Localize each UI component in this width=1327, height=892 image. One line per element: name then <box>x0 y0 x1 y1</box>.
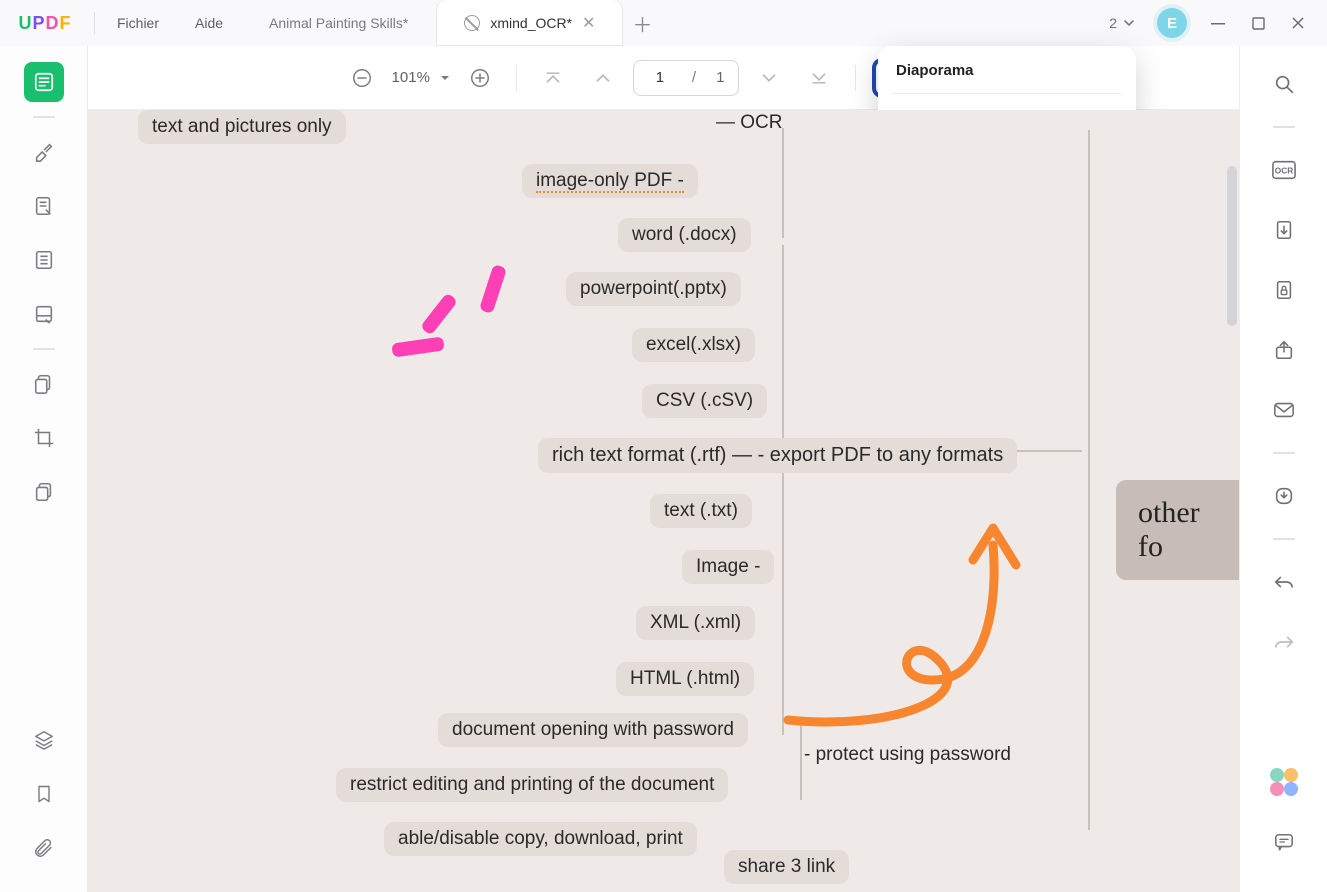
separator <box>1273 538 1295 540</box>
tab-inactive[interactable]: Animal Painting Skills* <box>241 0 436 46</box>
first-page-button[interactable] <box>533 58 573 98</box>
scrollbar-thumb[interactable] <box>1227 166 1237 326</box>
mindmap-node: restrict editing and printing of the doc… <box>336 768 728 802</box>
separator <box>855 65 856 91</box>
mindmap-node: document opening with password <box>438 713 748 747</box>
share-icon[interactable] <box>1266 332 1302 368</box>
form-icon[interactable] <box>24 294 64 334</box>
comments-icon[interactable] <box>1266 824 1302 860</box>
page-sep: / <box>682 69 706 86</box>
layers-icon[interactable] <box>24 720 64 760</box>
menu-file[interactable]: Fichier <box>99 15 177 31</box>
mindmap-node: text (.txt) <box>650 494 752 528</box>
mindmap-node: image-only PDF - <box>522 164 698 198</box>
app-logo: UPDF <box>0 13 90 34</box>
node-text: image-only PDF - <box>536 170 684 193</box>
zoom-value: 101% <box>392 69 430 86</box>
mindmap-node: text and pictures only <box>138 110 346 144</box>
mindmap-node: powerpoint(.pptx) <box>566 272 741 306</box>
bookmark-icon[interactable] <box>24 774 64 814</box>
copy-pages-icon[interactable] <box>24 364 64 404</box>
annotation-stroke <box>391 336 444 357</box>
mindmap-node: Image - <box>682 550 774 584</box>
dropdown-triangle-icon <box>440 73 450 83</box>
attachment-icon[interactable] <box>24 828 64 868</box>
mindmap-node: CSV (.cSV) <box>642 384 767 418</box>
tab-active[interactable]: xmind_OCR* ✕ <box>436 0 623 46</box>
left-sidebar <box>0 46 88 892</box>
last-page-button[interactable] <box>799 58 839 98</box>
annotation-arrow <box>768 510 1028 740</box>
mindmap-root: other fo <box>1116 480 1239 580</box>
zoom-in-button[interactable] <box>460 58 500 98</box>
pages-icon[interactable] <box>24 240 64 280</box>
toolbar: 101% / 1 Diaporama <box>88 46 1239 110</box>
window-count[interactable]: 2 <box>1109 15 1135 31</box>
next-page-button[interactable] <box>749 58 789 98</box>
mindmap-node: HTML (.html) <box>616 662 754 696</box>
annotation-stroke <box>420 292 458 335</box>
mindmap-node: - protect using password <box>804 744 1011 766</box>
crop-icon[interactable] <box>24 418 64 458</box>
mindmap-text: — OCR <box>716 112 783 134</box>
count-value: 2 <box>1109 15 1117 31</box>
separator <box>33 348 55 350</box>
zoom-display[interactable]: 101% <box>392 69 450 86</box>
close-icon[interactable]: ✕ <box>582 13 595 33</box>
mindmap-node: share 3 link <box>724 850 849 884</box>
avatar[interactable]: E <box>1157 8 1187 38</box>
no-edit-icon <box>464 15 480 31</box>
vertical-scrollbar[interactable] <box>1225 116 1239 886</box>
popover-title: Diaporama <box>878 46 1136 93</box>
separator <box>1273 126 1295 128</box>
protect-icon[interactable] <box>1266 272 1302 308</box>
separator <box>892 93 1122 94</box>
connector <box>1088 130 1090 830</box>
mindmap-node: rich text format (.rtf) — - export PDF t… <box>538 438 1017 473</box>
tab-add-button[interactable]: ＋ <box>623 0 661 46</box>
tab-label: xmind_OCR* <box>490 15 572 31</box>
tab-label: Animal Painting Skills* <box>269 15 408 31</box>
mindmap-node: word (.docx) <box>618 218 751 252</box>
mindmap-node: XML (.xml) <box>636 606 755 640</box>
ocr-icon[interactable]: OCR <box>1266 152 1302 188</box>
mail-icon[interactable] <box>1266 392 1302 428</box>
menu-help[interactable]: Aide <box>177 15 241 31</box>
page-indicator: / 1 <box>633 60 740 96</box>
svg-text:OCR: OCR <box>1274 166 1292 176</box>
save-icon[interactable] <box>1266 478 1302 514</box>
highlighter-icon[interactable] <box>24 132 64 172</box>
mindmap-node: excel(.xlsx) <box>632 328 755 362</box>
ai-flower-icon[interactable] <box>1266 764 1302 800</box>
mindmap-node: able/disable copy, download, print <box>384 822 697 856</box>
prev-page-button[interactable] <box>583 58 623 98</box>
zoom-out-button[interactable] <box>342 58 382 98</box>
separator <box>33 116 55 118</box>
undo-icon[interactable] <box>1266 564 1302 600</box>
connector <box>782 128 784 238</box>
window-maximize[interactable] <box>1249 17 1267 30</box>
separator <box>516 65 517 91</box>
edit-text-icon[interactable] <box>24 186 64 226</box>
chevron-down-icon <box>1123 17 1135 29</box>
window-close[interactable] <box>1289 16 1307 30</box>
separator <box>94 12 95 34</box>
search-icon[interactable] <box>1266 66 1302 102</box>
page-total: 1 <box>706 69 734 86</box>
redo-icon[interactable] <box>1266 624 1302 660</box>
right-sidebar: OCR <box>1239 46 1327 892</box>
dup-pages-icon[interactable] <box>24 472 64 512</box>
convert-icon[interactable] <box>1266 212 1302 248</box>
page-current-input[interactable] <box>638 69 682 86</box>
document-canvas[interactable]: text and pictures only — OCR image-only … <box>88 110 1239 892</box>
separator <box>1273 452 1295 454</box>
window-minimize[interactable] <box>1209 16 1227 30</box>
reader-icon[interactable] <box>24 62 64 102</box>
annotation-stroke <box>479 264 507 314</box>
